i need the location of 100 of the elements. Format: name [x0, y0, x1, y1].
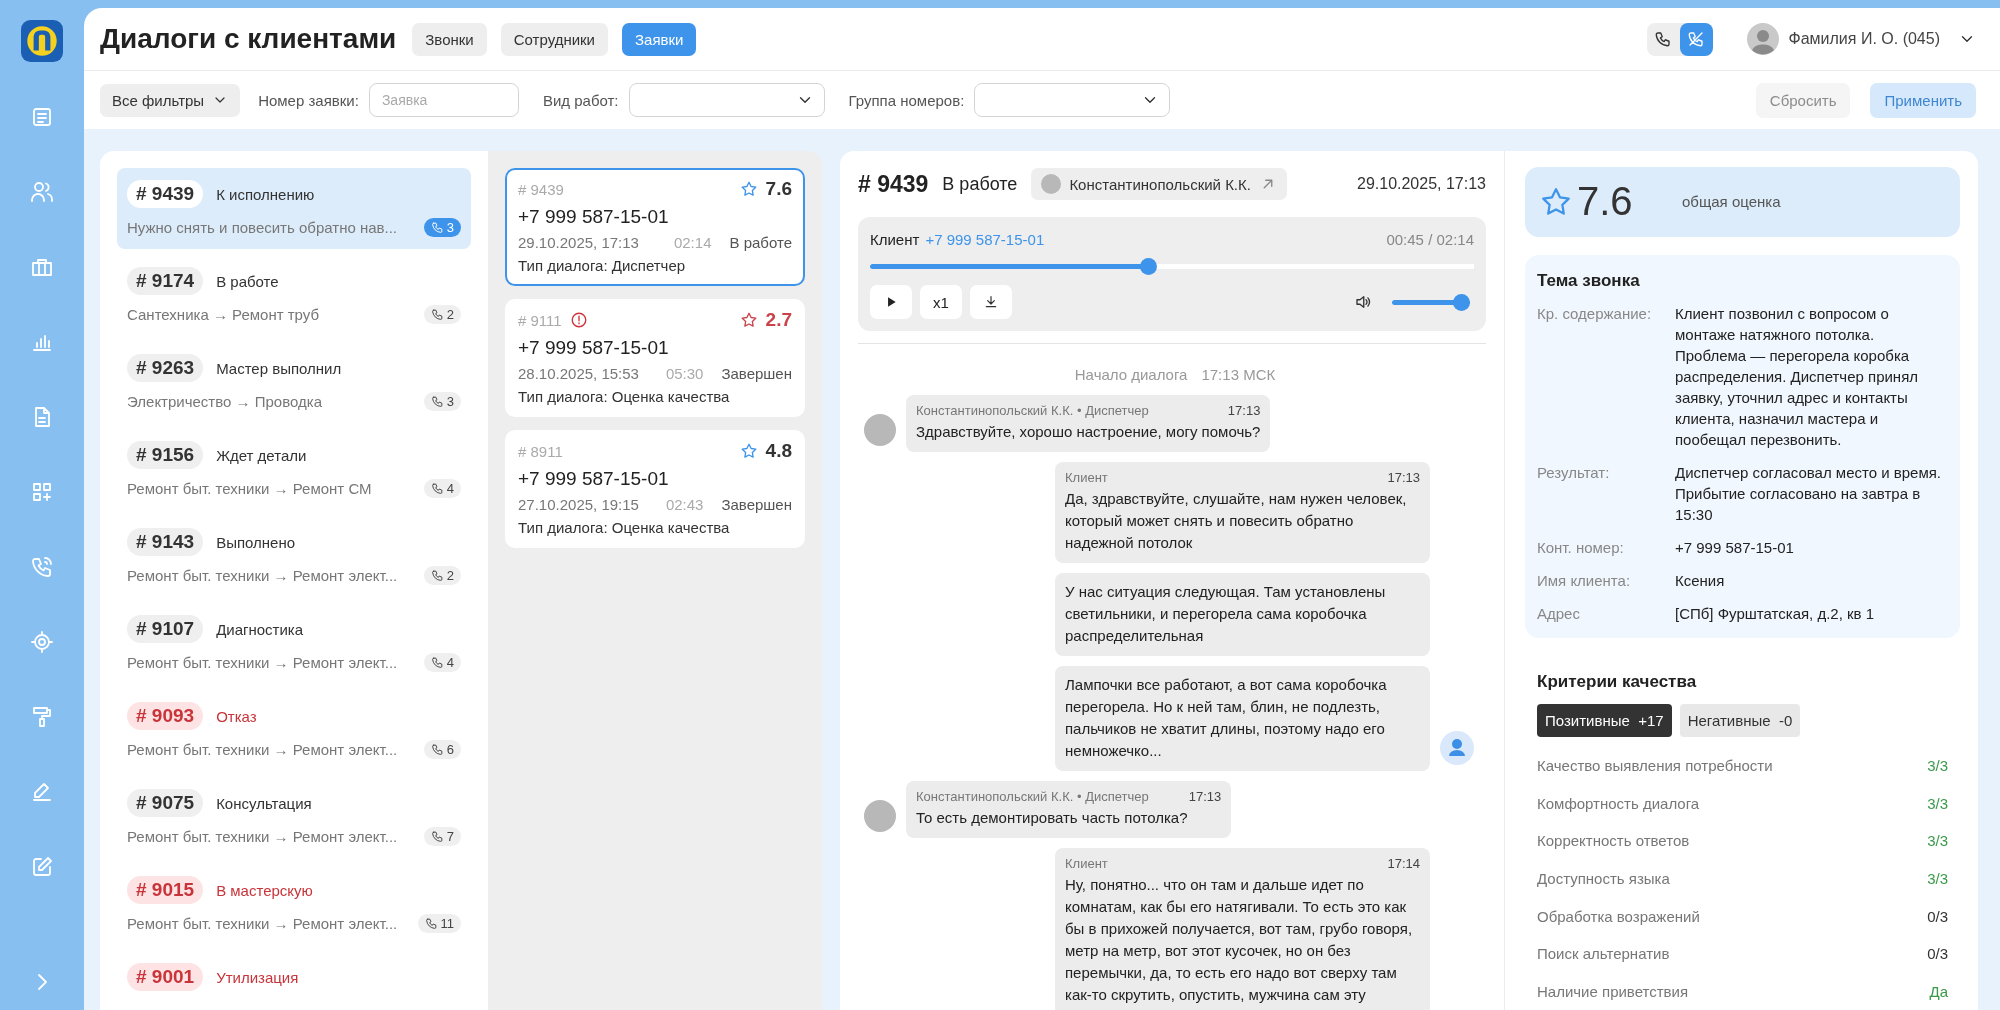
call-card[interactable]: # 9111 2.7 +7 999 587-15-01 28.10.2025, 15:53 05:30 Завершен Тип диалога: Оценка качества	[505, 299, 805, 417]
order-number: # 9075	[127, 789, 204, 817]
call-phone: +7 999 587-15-01	[518, 468, 670, 490]
order-number: # 9439	[127, 180, 204, 208]
volume-icon[interactable]	[1354, 293, 1372, 311]
call-duration: 05:30	[665, 365, 704, 382]
order-item[interactable]: # 9143 Выполнено Ремонт быт. техники → Ремонт элект... 2	[117, 516, 471, 597]
criterion-name: Доступность языка	[1537, 869, 1670, 887]
call-card[interactable]: # 9439 7.6 +7 999 587-15-01 29.10.2025, 17:13 02:14 В работе Тип диалога: Диспетчер	[505, 168, 805, 286]
order-status: К исполнению	[216, 185, 315, 203]
criterion-score: 3/3	[1927, 832, 1948, 850]
section-title: Тема звонка	[1537, 270, 1641, 291]
call-phone: +7 999 587-15-01	[518, 337, 670, 359]
field-label: Кр. содержание:	[1537, 303, 1653, 324]
call-rating: 2.7	[765, 309, 792, 331]
order-item[interactable]: # 9075 Консультация Ремонт быт. техники → Ремонт элект... 7	[117, 777, 471, 858]
call-count: 2	[446, 568, 454, 583]
message-text: Здравствуйте, хорошо настроение, могу помочь?	[916, 422, 1261, 442]
speaker-label: Клиент	[870, 231, 920, 248]
tab[interactable]: Звонки	[412, 22, 487, 56]
call-duration: 02:14	[673, 234, 712, 251]
criterion-score: 3/3	[1927, 869, 1948, 887]
dropdown-field[interactable]	[974, 83, 1171, 117]
order-status: В мастерскую	[216, 881, 313, 899]
phone-icon	[430, 569, 444, 582]
dialog-start-label: Начало диалога	[1074, 366, 1188, 383]
order-item[interactable]: # 9093 Отказ Ремонт быт. техники → Ремонт элект... 6	[117, 690, 471, 771]
message-text: То есть демонтировать часть потолка?	[916, 808, 1189, 828]
section-title: Критерии качества	[1537, 671, 1698, 692]
order-item[interactable]: # 9001 Утилизация	[117, 951, 471, 1003]
call-date: 28.10.2025, 15:53	[518, 365, 639, 382]
order-number: # 9174	[127, 267, 204, 295]
message-author: Константинопольский К.К. • Диспетчер	[916, 403, 1149, 418]
call-count: 3	[446, 394, 454, 409]
all-filters-button[interactable]: Все фильтры	[100, 83, 241, 117]
call-count: 7	[446, 829, 454, 844]
call-rating: 7.6	[765, 178, 792, 200]
field-label: Адрес	[1537, 603, 1581, 624]
call-rating: 4.8	[765, 440, 792, 462]
user-name[interactable]: Фамилия И. О. (045)	[1788, 30, 1940, 48]
order-item[interactable]: # 9015 В мастерскую Ремонт быт. техники → Ремонт элект... 11	[117, 864, 471, 945]
order-description: Сантехника → Ремонт труб	[127, 306, 320, 323]
phone-icon	[430, 221, 444, 234]
playback-time: 00:45 / 02:14	[1386, 231, 1474, 248]
order-number: # 9015	[127, 876, 204, 904]
edit-icon[interactable]	[30, 855, 54, 879]
order-item[interactable]: # 9263 Мастер выполнил Электричество → Проводка 3	[117, 342, 471, 423]
order-item[interactable]: # 9439 К исполнению Нужно снять и повесить обратно нав... 3	[117, 168, 471, 249]
criteria-tab[interactable]: Негативные -0	[1679, 703, 1801, 737]
pen-icon[interactable]	[30, 780, 54, 804]
order-number: # 9093	[127, 702, 204, 730]
field-value: +7 999 587-15-01	[1675, 537, 1795, 558]
slider-thumb[interactable]	[1453, 293, 1470, 311]
criterion-score: Да	[1929, 982, 1948, 1000]
logo-icon[interactable]	[21, 20, 63, 62]
phone-icon	[430, 482, 444, 495]
call-count: 4	[446, 655, 454, 670]
download-button[interactable]	[970, 285, 1012, 319]
operator-chip[interactable]: Константинопольский К.К.	[1031, 168, 1287, 200]
call-duration: 02:43	[665, 496, 704, 513]
call-count: 6	[446, 742, 454, 757]
dialog-start-time: 17:13 МСК	[1201, 366, 1276, 383]
play-button[interactable]	[870, 285, 912, 319]
order-item[interactable]: # 9156 Ждет детали Ремонт быт. техники → Ремонт СМ 4	[117, 429, 471, 510]
order-number: # 9263	[127, 354, 204, 382]
paint-roller-icon[interactable]	[30, 705, 54, 729]
order-number: # 9001	[127, 963, 204, 991]
tab[interactable]: Сотрудники	[500, 22, 608, 56]
call-count: 3	[446, 220, 454, 235]
call-card[interactable]: # 8911 4.8 +7 999 587-15-01 27.10.2025, 19:15 02:43 Завершен Тип диалога: Оценка качества	[505, 430, 805, 548]
apps-add-icon[interactable]	[30, 480, 54, 504]
avatar-placeholder	[1041, 174, 1062, 194]
speed-button[interactable]: x1	[920, 285, 962, 319]
dropdown-field[interactable]	[628, 83, 825, 117]
field-value: [СПб] Фурштатская, д.2, кв 1	[1675, 603, 1876, 624]
order-number-field[interactable]: Заявка	[368, 83, 519, 117]
dialog-type: Тип диалога: Диспетчер	[518, 257, 687, 274]
order-status: В работе	[216, 272, 279, 290]
criteria-tab[interactable]: Позитивные +17	[1537, 703, 1672, 737]
criterion-score: 3/3	[1927, 794, 1948, 812]
slider-thumb[interactable]	[1140, 258, 1157, 275]
field-label: Результат:	[1537, 462, 1611, 483]
criterion-name: Наличие приветствия	[1537, 982, 1689, 1000]
call-date: 29.10.2025, 17:13	[518, 234, 639, 251]
list-icon[interactable]	[30, 105, 54, 129]
call-count: 11	[440, 916, 454, 931]
order-description: Ремонт быт. техники → Ремонт элект...	[127, 915, 398, 932]
message-author: Константинопольский К.К. • Диспетчер	[916, 789, 1149, 804]
field-value: Ксения	[1675, 570, 1726, 591]
field-value: Клиент позвонил с вопросом о монтаже натяжного потолка. Проблема — перегорела коробка распределения. Диспетчер принял заявку, уточнил адрес и контакты клиента, назначил мастера и пообещал перезвонить.	[1675, 303, 1920, 450]
order-status: Мастер выполнил	[216, 359, 342, 377]
download-icon	[983, 294, 999, 310]
operator-name: Константинопольский К.К.	[1069, 175, 1251, 193]
call-status: В работе	[729, 234, 792, 251]
phone-call-icon[interactable]	[30, 555, 54, 579]
order-item[interactable]: # 9174 В работе Сантехника → Ремонт труб 2	[117, 255, 471, 336]
order-item[interactable]: # 9107 Диагностика Ремонт быт. техники → Ремонт элект... 4	[117, 603, 471, 684]
phone-icon	[430, 656, 444, 669]
users-icon[interactable]	[30, 180, 54, 204]
field-label: Имя клиента:	[1537, 570, 1632, 591]
